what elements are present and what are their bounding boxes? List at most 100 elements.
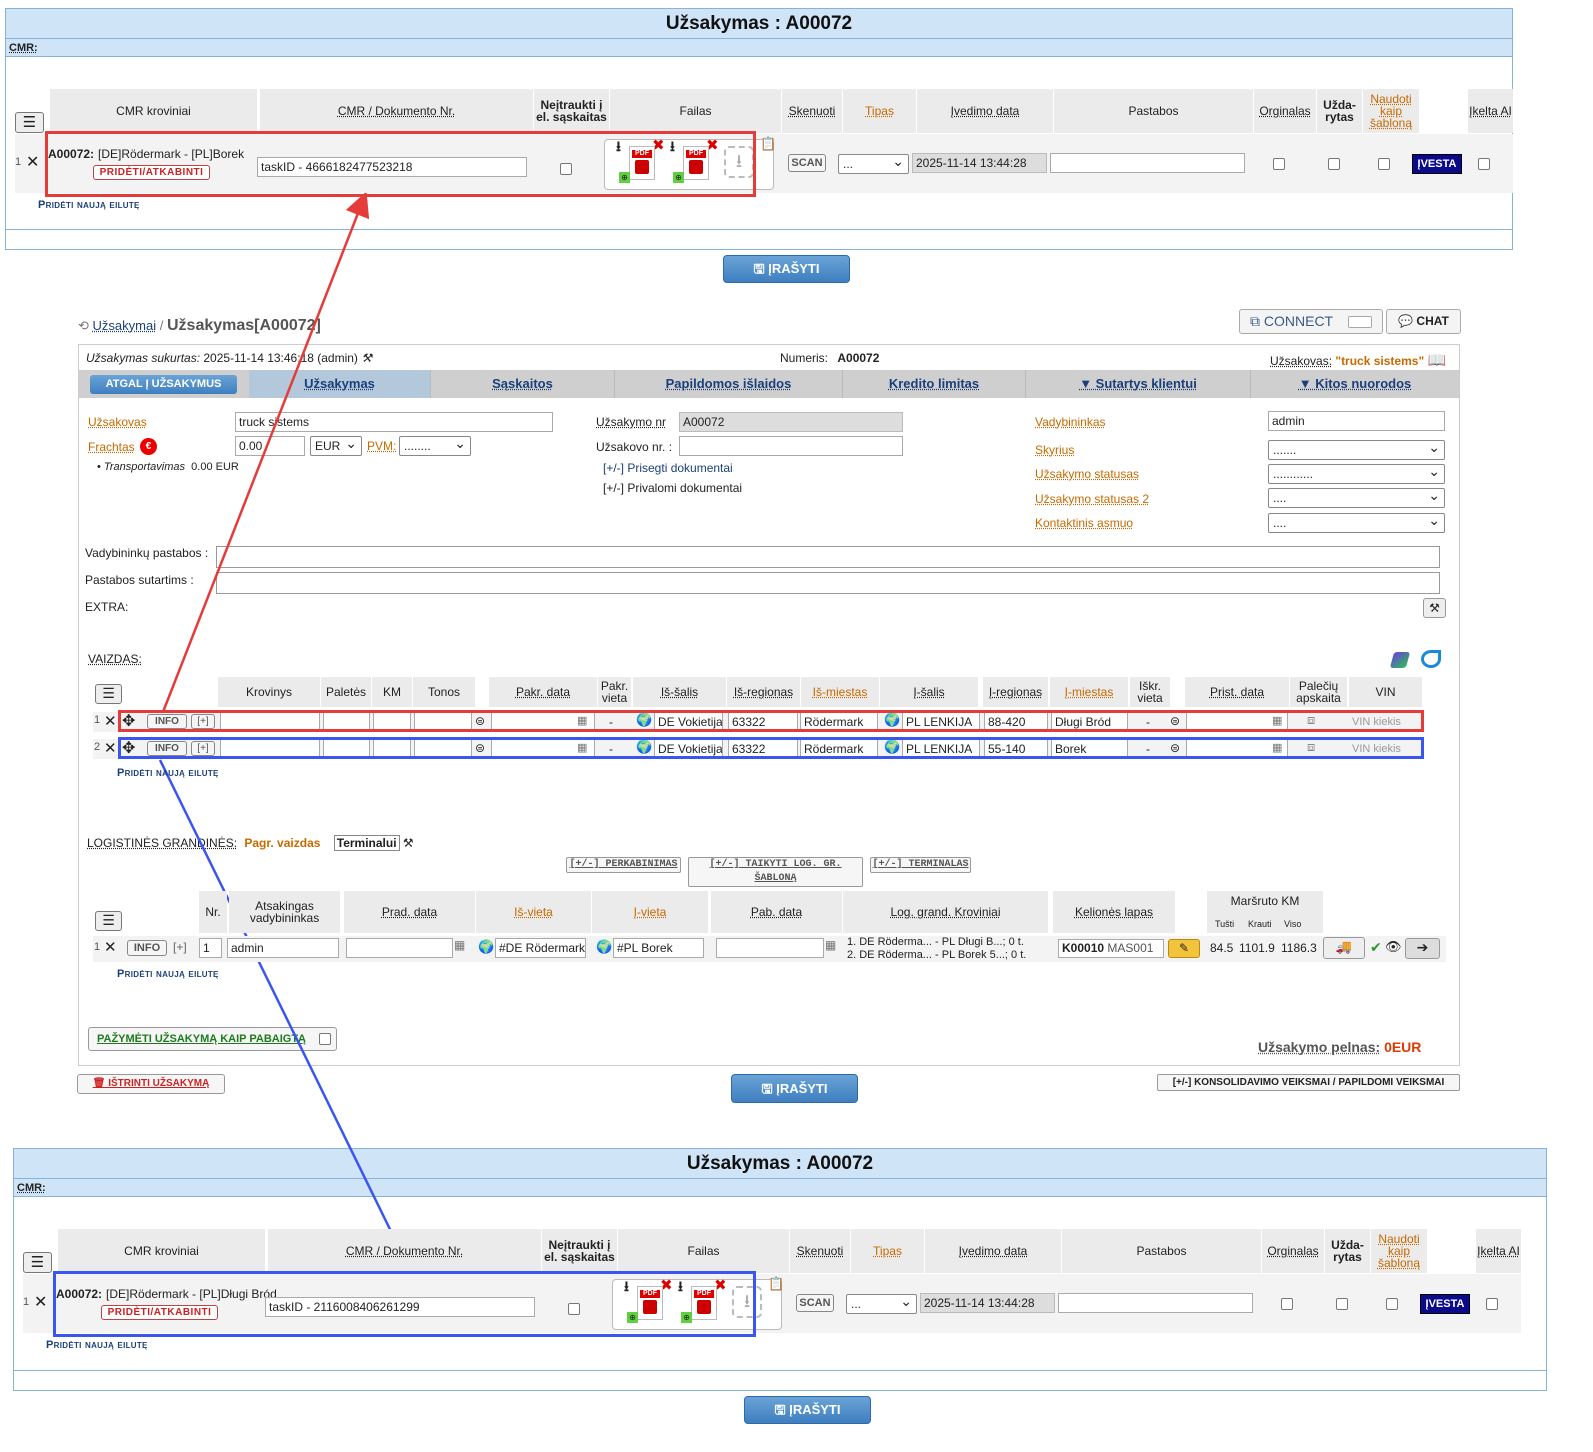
menu-icon[interactable]: ☰ [23,1252,52,1273]
terminalas-button[interactable]: [+/-] TERMINALAS [870,857,971,873]
skyrius-label: Skyrius [1035,443,1075,457]
uzdarytas-checkbox[interactable] [1328,158,1340,170]
add-row-link[interactable]: Pridėti naują eilutę [46,1339,148,1351]
sablonas-checkbox[interactable] [1378,158,1390,170]
page-title: Užsakymas[A00072] [166,317,321,334]
pastabos-field[interactable] [1050,153,1245,173]
privalomi-link[interactable]: [+/-] Privalomi dokumentai [603,481,742,495]
delete-row-icon[interactable]: ✕ [104,741,117,756]
prad-data-field[interactable] [346,938,453,958]
prisegti-link[interactable]: [+/-] Prisegti dokumentai [603,461,733,475]
ivesta-button[interactable]: ĮVESTA [1420,1294,1470,1314]
statusas2-select[interactable]: .... [1268,486,1445,508]
col-header-neitraukti: Neįtraukti į el. sąskaitas [534,89,609,133]
uzdarytas-checkbox[interactable] [1336,1298,1348,1310]
menu-icon[interactable]: ☰ [95,911,122,931]
tools-button[interactable]: ⚒ [1423,598,1446,618]
ivesta-button[interactable]: ĮVESTA [1412,154,1462,174]
chat-button[interactable]: 💬 CHAT [1386,309,1461,334]
add-row-link[interactable]: Pridėti naują eilutę [117,968,219,980]
menu-icon[interactable]: ☰ [15,112,44,133]
col-header-cmr_doc: CMR / Dokumento Nr. [260,89,533,133]
skyrius-select[interactable]: ....... [1268,438,1445,460]
clipboard-icon[interactable]: 📋 [760,138,776,151]
edit-icon[interactable]: ✎ [1168,939,1200,958]
uzsakovo-nr-label: Užsakovo nr. : [596,440,673,454]
vadybininkas-field[interactable]: admin [1268,411,1445,431]
globe-icon[interactable]: 🌍 [596,941,612,954]
delete-order-button[interactable]: 🗑 IŠTRINTI UŽSAKYMĄ [77,1074,225,1094]
vad-pastabos-textarea[interactable] [216,546,1440,568]
scan-button[interactable]: SCAN [796,1294,834,1312]
kontaktinis-select[interactable]: .... [1268,511,1445,533]
delete-row-icon[interactable]: ✕ [26,154,39,170]
log-col-header: Į-vieta [592,891,708,933]
sablonas-checkbox[interactable] [1386,1298,1398,1310]
globe-icon[interactable]: 🌍 [478,941,494,954]
tab-papildomos[interactable]: Papildomos išlaidos [615,370,843,398]
arrow-right-icon[interactable]: ➔ [1405,938,1440,959]
delete-row-icon[interactable]: ✕ [34,1294,47,1310]
orginalas-checkbox[interactable] [1281,1298,1293,1310]
col-header-skenuoti: Skenuoti [790,1229,850,1273]
pvm-select[interactable]: ........ [399,434,471,456]
add-row-link[interactable]: Pridėti naują eilutę [117,767,219,779]
truck-icon[interactable]: 🚚 [1323,937,1365,959]
terminalui-link[interactable]: Terminalui [333,835,400,851]
pastabos-field[interactable] [1058,1293,1253,1313]
is-vieta-field[interactable]: #DE Rödermark [495,938,586,958]
scan-button[interactable]: SCAN [788,154,826,172]
uzsakovo-nr-field[interactable] [679,436,903,456]
calendar-icon[interactable]: ▦ [825,939,836,951]
konsolidavimo-button[interactable]: [+/-] KONSOLIDAVIMO VEIKSMAI / PAPILDOMI… [1157,1074,1460,1091]
ikelta-checkbox[interactable] [1486,1298,1498,1310]
atsakingas-field[interactable]: admin [227,938,339,958]
i-vieta-field[interactable]: #PL Borek [613,938,704,958]
save-button[interactable]: 🖫 ĮRAŠYTI [744,1396,871,1424]
back-button[interactable]: ATGAL Į UŽSAKYMUS [90,375,237,394]
history-icon: ⟲ [78,318,89,333]
expand-button[interactable]: [+] [173,940,187,954]
tab-uzsakymas[interactable]: Užsakymas [249,370,431,398]
pab-data-field[interactable] [716,938,824,958]
statusas-select[interactable]: ............ [1268,462,1445,484]
toggle-switch[interactable] [1348,316,1372,328]
kelionės-field[interactable]: K00010 MAS001 [1058,939,1164,958]
clipboard-icon[interactable]: 📋 [768,1278,784,1291]
tab-kitos[interactable]: ▼ Kitos nuorodos [1251,370,1459,398]
tab-sutartys[interactable]: ▼ Sutartys klientui [1026,370,1251,398]
ikelta-checkbox[interactable] [1478,158,1490,170]
check-icon[interactable]: ✔ [1370,941,1382,955]
tipas-select[interactable]: ... [846,1292,917,1314]
frachtas-field[interactable]: 0.00 [235,436,305,456]
breadcrumb-link[interactable]: Užsakymai [93,318,157,333]
complete-order-button[interactable]: PAŽYMĖTI UŽSAKYMĄ KAIP PABAIGTĄ [88,1027,337,1051]
vaizdas-col-header: Į-regionas [983,677,1048,707]
delete-row-icon[interactable]: ✕ [104,940,117,955]
nr-field[interactable]: 1 [199,938,222,958]
perkabinimas-button[interactable]: [+/-] PERKABINIMAS [566,857,681,873]
log-col-header: Iš-vieta [476,891,591,933]
taikyti-sablona-button[interactable]: [+/-] TAIKYTI LOG. GR. ŠABLONĄ [688,857,863,887]
orginalas-checkbox[interactable] [1273,158,1285,170]
complete-checkbox[interactable] [319,1033,331,1045]
currency-select[interactable]: EUR [310,434,362,456]
book-icon[interactable]: 📖 [1427,352,1446,369]
save-button[interactable]: 🖫 ĮRAŠYTI [731,1074,858,1103]
uzsakovas-field[interactable]: truck sistems [235,412,553,432]
eye-icon[interactable]: 👁 [1385,941,1402,954]
tab-kredito[interactable]: Kredito limitas [843,370,1026,398]
menu-icon[interactable]: ☰ [95,684,122,704]
delete-row-icon[interactable]: ✕ [104,714,117,729]
connect-button[interactable]: ⧉ CONNECT [1239,309,1383,334]
save-button[interactable]: 🖫 ĮRAŠYTI [723,255,850,283]
info-button[interactable]: INFO [127,940,167,956]
add-row-link[interactable]: Pridėti naują eilutę [38,199,140,211]
tab-saskaitos[interactable]: Sąskaitos [431,370,615,398]
vaizdas-col-header: Pakr. vieta [598,677,631,707]
calendar-icon[interactable]: ▦ [454,939,465,951]
tools-icon[interactable]: ⚒ [403,836,414,850]
pastabos-sutartims-textarea[interactable] [216,572,1440,594]
pagr-vaizdas-link[interactable]: Pagr. vaizdas [244,836,320,850]
tipas-select[interactable]: ... [838,152,909,174]
